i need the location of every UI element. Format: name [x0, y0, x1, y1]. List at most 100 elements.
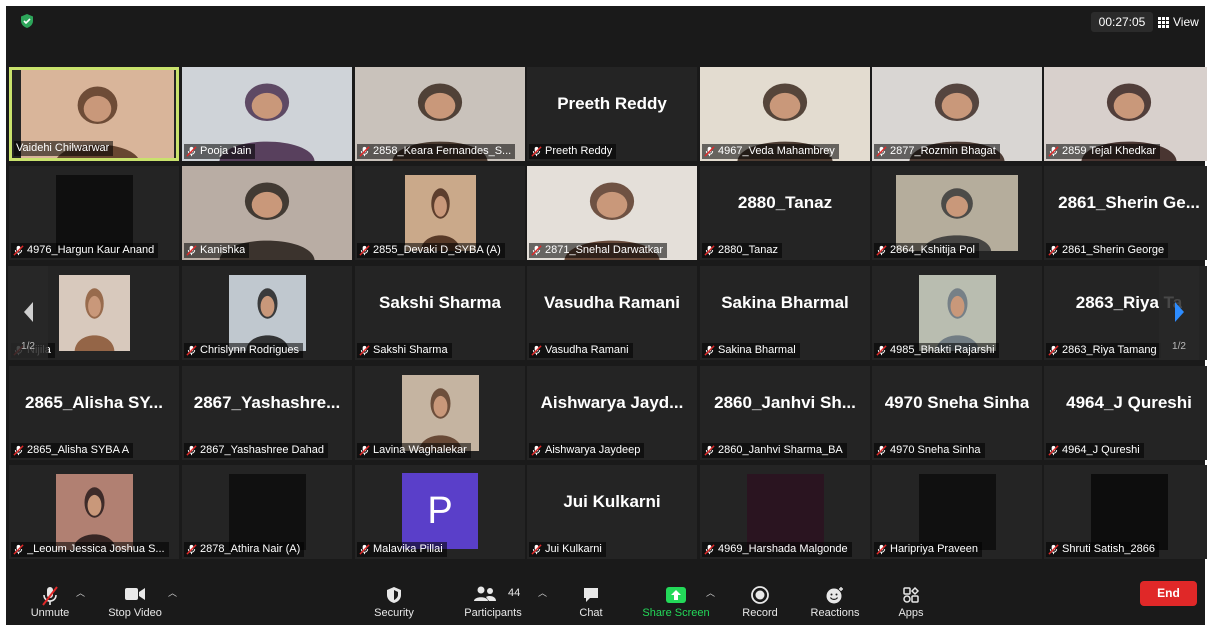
participant-tile[interactable]: Sakshi Sharma Sakshi Sharma [355, 266, 525, 360]
participant-tile[interactable]: 2864_Kshitija Pol [872, 166, 1042, 260]
display-name-text: Aishwarya Jayd... [540, 393, 684, 412]
participant-video [56, 474, 133, 550]
display-name-text: Jui Kulkarni [563, 492, 661, 511]
muted-mic-icon [186, 345, 197, 356]
page-indicator-left: 1/2 [21, 341, 35, 352]
video-camera-icon [125, 588, 145, 600]
participant-tile[interactable]: 2877_Rozmin Bhagat [872, 67, 1042, 161]
participant-nameplate: 4985_Bhakti Rajarshi [874, 343, 999, 358]
participant-tile[interactable]: Jui Kulkarni Jui Kulkarni [527, 465, 697, 559]
participant-tile[interactable]: 4976_Hargun Kaur Anand [9, 166, 179, 260]
participant-tile[interactable]: 2858_Keara Fernandes_S... [355, 67, 525, 161]
participant-name: 2859 Tejal Khedkar [1062, 145, 1156, 157]
participant-tile[interactable]: 2867_Yashashre... 2867_Yashashree Dahad [182, 366, 352, 460]
chat-button[interactable]: Chat [566, 572, 616, 625]
participant-tile[interactable]: 2861_Sherin Ge... 2861_Sherin George [1044, 166, 1207, 260]
participants-options-caret-icon[interactable]: ︿ [538, 586, 547, 599]
participant-tile[interactable]: Preeth Reddy Preeth Reddy [527, 67, 697, 161]
audio-options-caret-icon[interactable]: ︿ [76, 586, 85, 599]
encryption-shield-icon[interactable] [19, 13, 35, 29]
end-meeting-button[interactable]: End [1140, 581, 1197, 606]
participant-name: Malavika Pillai [373, 543, 443, 555]
apps-button[interactable]: Apps [886, 572, 936, 625]
participant-nameplate: Sakshi Sharma [357, 343, 452, 358]
person-silhouette [935, 288, 980, 351]
participant-name: 4967_Veda Mahambrey [718, 145, 835, 157]
participants-count: 44 [508, 587, 521, 599]
muted-mic-icon [1048, 245, 1059, 256]
participant-name: Haripriya Praveen [890, 543, 979, 555]
participant-nameplate: 2880_Tanaz [702, 243, 782, 258]
participant-tile[interactable]: Shruti Satish_2866 [1044, 465, 1207, 559]
participant-tile[interactable]: 2860_Janhvi Sh... 2860_Janhvi Sharma_BA [700, 366, 870, 460]
security-button[interactable]: Security [364, 572, 424, 625]
chevron-right-icon [1175, 302, 1184, 322]
participant-nameplate: 2871_Snehal Darwatkar [529, 243, 668, 258]
participant-nameplate: Sakina Bharmal [702, 343, 800, 358]
share-screen-label: Share Screen [642, 607, 710, 619]
reactions-emoji-icon [826, 587, 843, 604]
participant-display-name: Aishwarya Jayd... [527, 366, 697, 440]
participant-nameplate: 4976_Hargun Kaur Anand [11, 243, 159, 258]
record-button[interactable]: Record [732, 572, 788, 625]
participant-tile[interactable]: Pooja Jain [182, 67, 352, 161]
participant-nameplate: Chrislynn Rodrigues [184, 343, 304, 358]
participant-tile[interactable]: 2880_Tanaz 2880_Tanaz [700, 166, 870, 260]
participant-tile[interactable]: Lavina Waghalekar [355, 366, 525, 460]
participant-video [1091, 474, 1168, 550]
participant-tile[interactable]: 4985_Bhakti Rajarshi [872, 266, 1042, 360]
participant-nameplate: 4964_J Qureshi [1046, 443, 1144, 458]
participant-name: 2864_Kshitija Pol [890, 244, 976, 256]
participant-tile[interactable]: Aishwarya Jayd... Aishwarya Jaydeep [527, 366, 697, 460]
muted-mic-icon [186, 544, 197, 555]
participant-tile[interactable]: 4969_Harshada Malgonde [700, 465, 870, 559]
muted-mic-icon [186, 245, 197, 256]
view-button[interactable]: View [1158, 12, 1199, 32]
stop-video-button[interactable]: Stop Video [102, 572, 168, 625]
reactions-button[interactable]: Reactions [804, 572, 866, 625]
participant-tile[interactable]: 2859 Tejal Khedkar [1044, 67, 1207, 161]
previous-page-button[interactable]: 1/2 [8, 266, 48, 360]
participant-tile[interactable]: Vaidehi Chilwarwar [9, 67, 179, 161]
display-name-text: Sakshi Sharma [379, 293, 501, 312]
video-options-caret-icon[interactable]: ︿ [168, 586, 177, 599]
participant-tile[interactable]: 4964_J Qureshi 4964_J Qureshi [1044, 366, 1207, 460]
participant-tile[interactable]: P Malavika Pillai [355, 465, 525, 559]
muted-mic-icon [531, 345, 542, 356]
share-options-caret-icon[interactable]: ︿ [706, 586, 715, 599]
participant-tile[interactable]: _Leoum Jessica Joshua S... [9, 465, 179, 559]
participant-tile[interactable]: 2878_Athira Nair (A) [182, 465, 352, 559]
participant-tile[interactable]: Haripriya Praveen [872, 465, 1042, 559]
participant-tile[interactable]: 2871_Snehal Darwatkar [527, 166, 697, 260]
person-silhouette [72, 487, 117, 550]
next-page-button[interactable]: 1/2 [1159, 266, 1199, 360]
participant-tile[interactable]: 2865_Alisha SY... 2865_Alisha SYBA A [9, 366, 179, 460]
participant-tile[interactable]: Vasudha Ramani Vasudha Ramani [527, 266, 697, 360]
muted-mic-icon [531, 544, 542, 555]
unmute-button[interactable]: Unmute [20, 572, 80, 625]
reactions-label: Reactions [810, 607, 860, 619]
participant-tile[interactable]: Chrislynn Rodrigues [182, 266, 352, 360]
muted-mic-icon [531, 245, 542, 256]
participant-display-name: 4970 Sneha Sinha [872, 366, 1042, 440]
participant-name: 4969_Harshada Malgonde [718, 543, 848, 555]
participant-name: Kanishka [200, 244, 246, 256]
participant-display-name: 2860_Janhvi Sh... [700, 366, 870, 440]
security-shield-icon [387, 587, 401, 603]
participant-tile[interactable]: Kanishka [182, 166, 352, 260]
participant-name: Sakshi Sharma [373, 344, 448, 356]
share-screen-button[interactable]: Share Screen [638, 572, 714, 625]
participant-video [229, 474, 306, 550]
participants-button[interactable]: 44 Participants [458, 572, 528, 625]
participant-name: 2867_Yashashree Dahad [200, 444, 324, 456]
participant-tile[interactable]: 2855_Devaki D_SYBA (A) [355, 166, 525, 260]
participant-tile[interactable]: Sakina Bharmal Sakina Bharmal [700, 266, 870, 360]
participant-tile[interactable]: 4967_Veda Mahambrey [700, 67, 870, 161]
person-silhouette [418, 388, 463, 451]
display-name-text: 2880_Tanaz [737, 193, 833, 212]
participant-display-name: Jui Kulkarni [527, 465, 697, 539]
participant-tile[interactable]: 4970 Sneha Sinha 4970 Sneha Sinha [872, 366, 1042, 460]
muted-mic-icon [186, 445, 197, 456]
participant-name: Vasudha Ramani [545, 344, 629, 356]
avatar: P [402, 473, 478, 549]
